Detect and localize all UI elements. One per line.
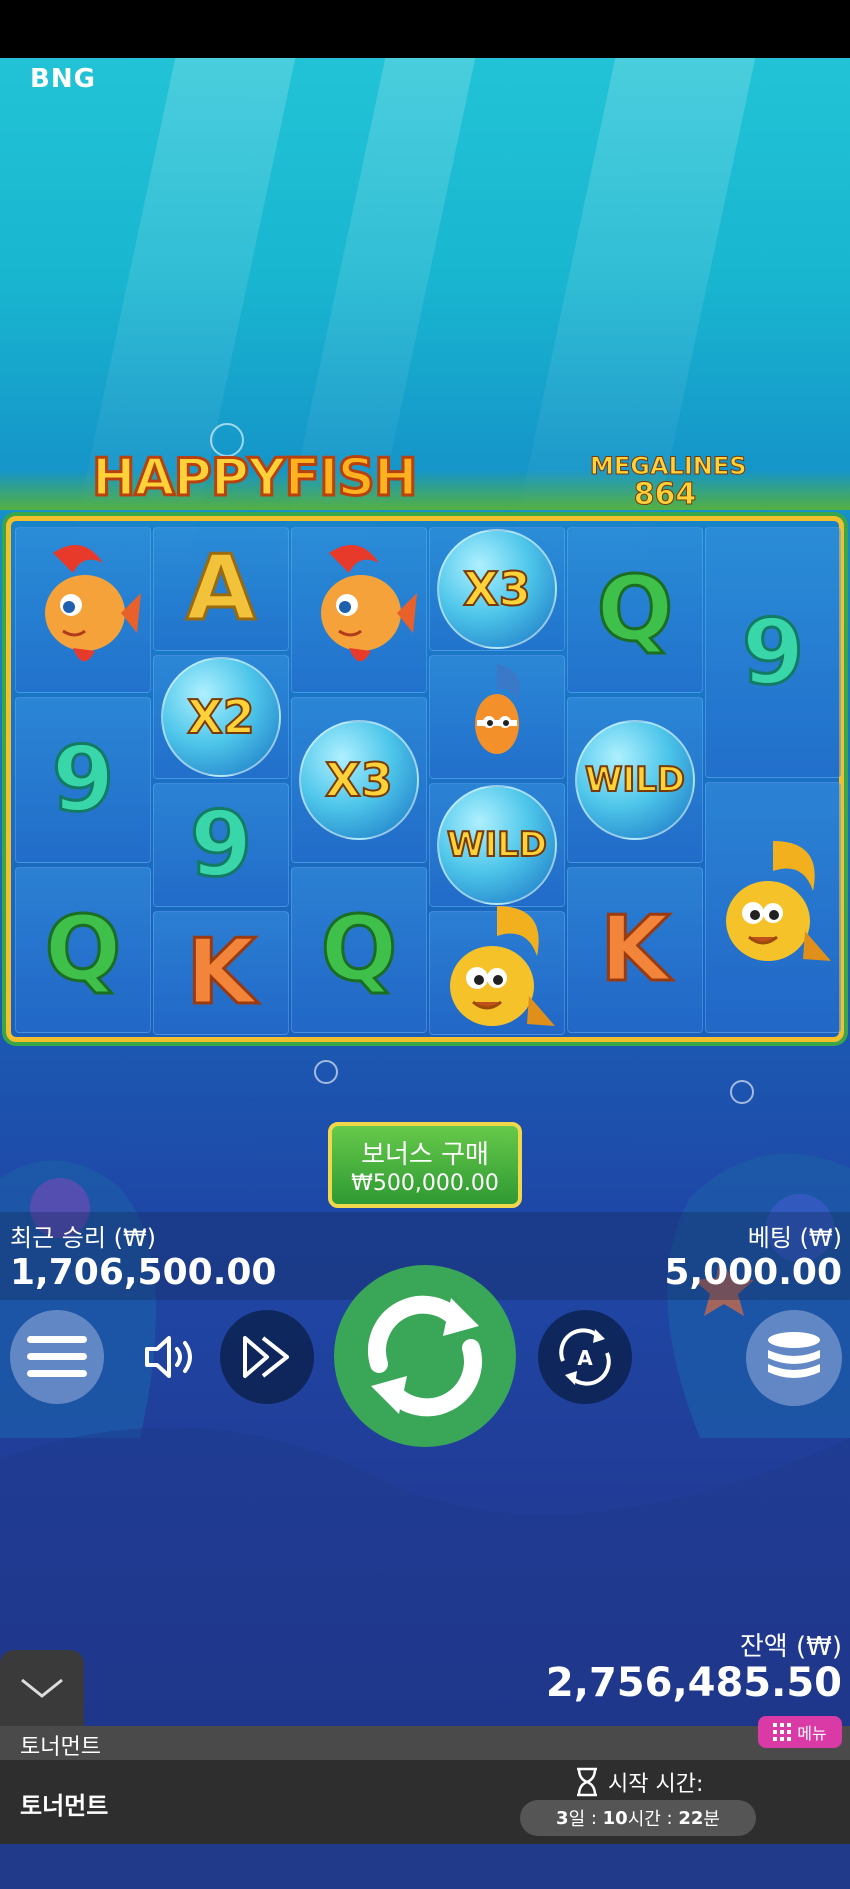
reel-symbol-cell: K	[567, 867, 703, 1033]
logo-word-2: FISH	[283, 447, 419, 510]
symbol-a: A	[185, 536, 258, 641]
gold-fish-symbol	[713, 831, 833, 985]
autoplay-button[interactable]: A	[538, 1310, 632, 1404]
autoplay-icon: A	[559, 1328, 611, 1386]
reel-symbol-cell: 9	[153, 783, 289, 907]
reel-symbol-cell: 9	[705, 527, 841, 778]
balance-label: 잔액 (₩)	[739, 1632, 842, 1662]
buy-bonus-price: ₩500,000.00	[351, 1171, 499, 1196]
reel-symbol-cell: Q	[291, 867, 427, 1033]
wild-bubble-symbol: WILD	[437, 785, 557, 905]
reel-symbol-cell: WILD	[429, 783, 565, 907]
reel-symbol-cell	[705, 782, 841, 1033]
tournament-tab-bar: 토너먼트	[0, 1726, 850, 1760]
timer-day-unit: 일	[568, 1809, 586, 1830]
symbol-q: Q	[595, 557, 674, 662]
red-fish-symbol	[299, 533, 419, 687]
tournament-title: 토너먼트	[20, 1792, 109, 1820]
multiplier-bubble-symbol: X3	[437, 529, 557, 649]
fast-forward-icon	[243, 1336, 289, 1378]
turbo-button[interactable]	[220, 1310, 314, 1404]
wild-bubble-symbol: WILD	[575, 720, 695, 840]
bottom-strip	[0, 1844, 850, 1889]
symbol-q: Q	[43, 897, 122, 1002]
symbol-q: Q	[319, 897, 398, 1002]
megalines-label: MEGALINES	[590, 452, 748, 481]
speaker-icon	[145, 1336, 192, 1378]
sound-button[interactable]	[124, 1310, 218, 1404]
tournament-tab-label: 토너먼트	[20, 1735, 101, 1760]
coins-icon	[768, 1332, 820, 1378]
tournament-menu-label: 메뉴	[797, 1724, 827, 1743]
reel-symbol-cell	[15, 527, 151, 693]
symbol-k: K	[599, 897, 672, 1002]
logo-word-1: HAPPY	[91, 447, 288, 510]
timer-hours: 10	[602, 1807, 628, 1829]
bubble-text: X3	[462, 561, 531, 617]
status-bar	[0, 0, 850, 58]
small-fish-symbol	[457, 660, 537, 774]
red-fish-symbol	[23, 533, 143, 687]
timer-minutes: 22	[678, 1807, 704, 1829]
spin-icon	[368, 1295, 482, 1417]
reel-symbol-cell: 9	[15, 697, 151, 863]
gold-fish-symbol	[437, 896, 557, 1050]
reel-symbol-cell: K	[153, 911, 289, 1035]
game-logo: HAPPYFISH	[91, 447, 432, 518]
reel-symbol-cell: WILD	[567, 697, 703, 863]
provider-logo: BNG	[30, 64, 96, 94]
reel-symbol-cell: A	[153, 527, 289, 651]
timer-hour-unit: 시간	[627, 1809, 661, 1830]
bet-value: 5,000.00	[664, 1252, 842, 1293]
reel-symbol-cell: X3	[429, 527, 565, 651]
bubble-text: WILD	[584, 759, 686, 801]
reel-symbol-cell: X3	[291, 697, 427, 863]
bet-label: 베팅 (₩)	[747, 1224, 842, 1252]
multiplier-bubble-symbol: X3	[299, 720, 419, 840]
reel-symbol-cell	[429, 655, 565, 779]
bubble-text: X2	[186, 689, 255, 745]
reel-symbol-cell: Q	[567, 527, 703, 693]
bubble-text: WILD	[446, 824, 548, 866]
start-time-label: 시작 시간:	[608, 1772, 704, 1797]
bubble-text: X3	[324, 752, 393, 808]
balance-value: 2,756,485.50	[545, 1660, 842, 1706]
buy-bonus-label: 보너스 구매	[361, 1140, 489, 1170]
chevron-down-icon	[21, 1678, 63, 1698]
megalines-value: 864	[633, 477, 697, 512]
timer-days: 3	[556, 1807, 569, 1829]
spin-button[interactable]	[334, 1265, 516, 1447]
timer-minute-unit: 분	[703, 1809, 720, 1830]
reel-symbol-cell	[429, 906, 565, 1035]
last-win-value: 1,706,500.00	[10, 1252, 277, 1293]
megalines-badge: MEGALINES 864	[590, 452, 748, 512]
start-time-header: 시작 시간:	[574, 1766, 703, 1798]
reel-grid: 9 Q A X2 9 K X3 Q X3 WILD Q WILD K 9	[6, 516, 844, 1042]
symbol-9: 9	[188, 792, 254, 897]
bet-settings-button[interactable]	[746, 1310, 842, 1406]
grid-menu-icon	[773, 1723, 792, 1741]
countdown-timer: 3일 : 10 시간 : 22 분	[520, 1800, 756, 1836]
timer-sep-2: :	[660, 1807, 679, 1829]
last-win-label: 최근 승리 (₩)	[10, 1224, 157, 1252]
hamburger-menu-icon	[27, 1336, 87, 1377]
collapse-panel-button[interactable]	[0, 1650, 84, 1726]
timer-sep-1: :	[585, 1807, 603, 1829]
symbol-9: 9	[740, 599, 806, 705]
svg-text:A: A	[577, 1346, 593, 1370]
symbol-9: 9	[50, 727, 116, 832]
hourglass-icon	[577, 1767, 597, 1797]
reel-symbol-cell: X2	[153, 655, 289, 779]
multiplier-bubble-symbol: X2	[161, 657, 281, 777]
reel-symbol-cell: Q	[15, 867, 151, 1033]
reel-symbol-cell	[291, 527, 427, 693]
buy-bonus-button[interactable]: 보너스 구매 ₩500,000.00	[328, 1122, 522, 1208]
menu-button[interactable]	[10, 1310, 104, 1404]
symbol-k: K	[185, 920, 258, 1025]
tournament-menu-button[interactable]: 메뉴	[758, 1716, 842, 1748]
